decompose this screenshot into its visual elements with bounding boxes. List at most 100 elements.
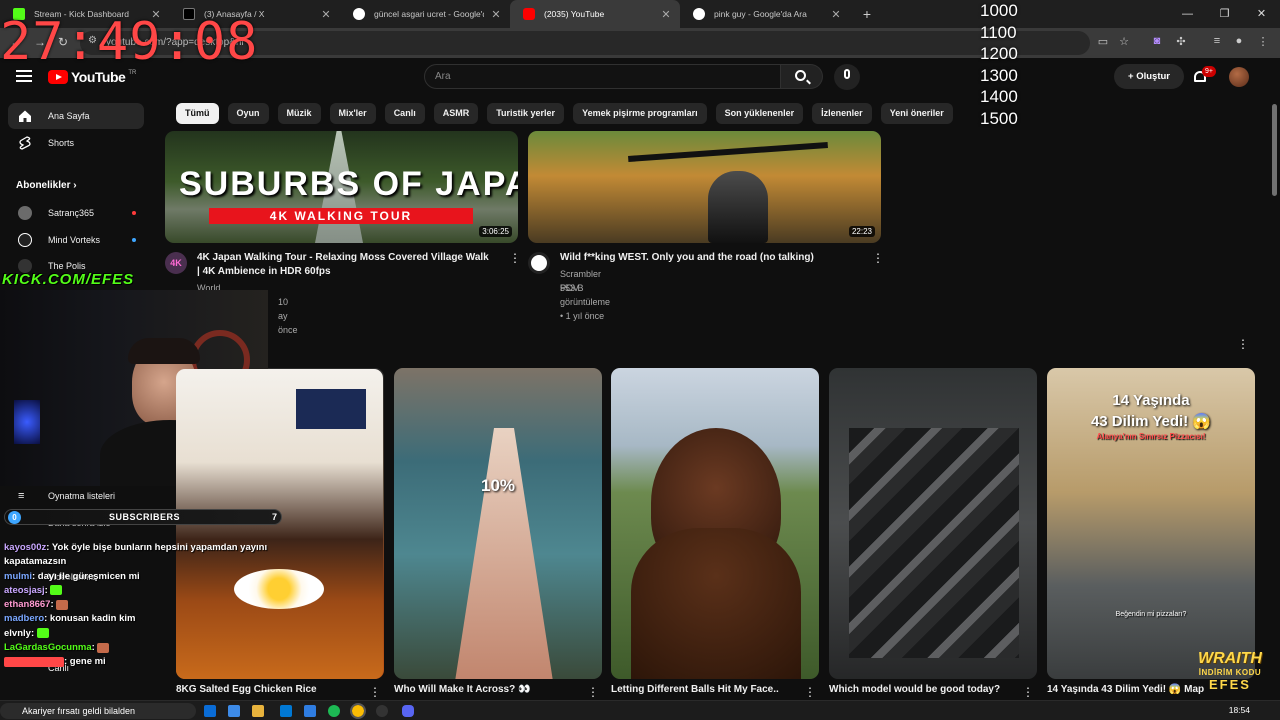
more-options-icon[interactable]: ⋮ (1022, 685, 1034, 699)
chip-asmr[interactable]: ASMR (433, 103, 479, 124)
tab-close-icon[interactable]: ✕ (490, 8, 502, 21)
short-thumbnail[interactable]: 14 Yaşında 43 Dilim Yedi! 😱 Alanya'nın S… (1047, 368, 1255, 679)
browser-menu-icon[interactable]: ⋮ (1254, 35, 1272, 48)
account-avatar[interactable] (1229, 67, 1249, 87)
window-controls: — ❐ ✕ (1169, 0, 1280, 28)
tab-close-icon[interactable]: ✕ (830, 8, 842, 21)
windows-start-icon[interactable] (204, 705, 216, 717)
chip-mixes[interactable]: Mix'ler (329, 103, 376, 124)
chat-user: madbero (4, 613, 45, 625)
store-icon[interactable] (280, 705, 292, 717)
chat-message: elvnly: (4, 627, 274, 641)
chip-tourist[interactable]: Turistik yerler (487, 103, 565, 124)
mail-icon[interactable] (304, 705, 316, 717)
kick-channel-tag: KICK.COM/EFES (2, 271, 135, 288)
sponsor-code-label: İNDİRİM KODU (1198, 668, 1262, 677)
chat-user: ethan8667 (4, 599, 51, 611)
chat-text: : (50, 599, 54, 611)
video-title-line: | 4K Ambience in HDR 60fps (197, 266, 331, 277)
shorts-more-options-icon[interactable]: ⋮ (1237, 337, 1249, 351)
short-title[interactable]: Letting Different Balls Hit My Face.. (611, 684, 779, 695)
chat-text: : konusan kadin kim (44, 613, 136, 625)
sponsor-overlay: WRAITH İNDİRİM KODU EFES (1188, 650, 1272, 692)
goal-list: 1000 1100 1200 1300 1400 1500 (980, 0, 1030, 129)
chat-message: mulmi: dayı ile güreşmicen mi (4, 570, 274, 584)
obs-icon[interactable] (376, 705, 388, 717)
chat-message: kapatamazsın (4, 555, 274, 569)
more-options-icon[interactable]: ⋮ (587, 685, 599, 699)
emote-icon (97, 642, 110, 653)
chip-watched[interactable]: İzlenenler (812, 103, 872, 124)
tab-google-search[interactable]: güncel asgari ucret - Google'da Ara ✕ (340, 0, 510, 28)
maximize-button[interactable]: ❐ (1206, 0, 1243, 28)
short-thumbnail[interactable] (829, 368, 1037, 679)
more-options-icon[interactable]: ⋮ (369, 685, 381, 699)
taskbar-search[interactable]: Akariyer fırsatı geldi bilalden (0, 703, 196, 719)
tab-youtube[interactable]: (2035) YouTube ✕ (510, 0, 680, 28)
new-tab-button[interactable]: + (856, 6, 878, 22)
short-thumbnail[interactable] (611, 368, 819, 679)
goal-value: 1200 (980, 44, 1018, 63)
sidebar-item-subscription[interactable]: Mind Vorteks (8, 227, 144, 253)
goal-value: 1100 (980, 22, 1017, 42)
chip-cooking[interactable]: Yemek pişirme programları (573, 103, 707, 124)
scrollbar-thumb[interactable] (1272, 104, 1277, 196)
video-title[interactable]: 4K Japan Walking Tour - Relaxing Moss Co… (197, 251, 502, 279)
chip-new[interactable]: Yeni öneriler (880, 103, 953, 124)
spotify-icon[interactable] (328, 705, 340, 717)
chip-recent[interactable]: Son yüklenenler (715, 103, 804, 124)
tab-close-icon[interactable]: ✕ (320, 8, 332, 21)
search-button[interactable] (781, 64, 823, 89)
file-explorer-icon[interactable] (252, 705, 264, 717)
reading-list-icon[interactable]: ≡ (1208, 35, 1226, 47)
short-thumbnail[interactable]: 10% (394, 368, 602, 679)
tab-google-pink-guy[interactable]: pink guy - Google'da Ara ✕ (680, 0, 850, 28)
create-button[interactable]: + Oluştur (1114, 64, 1184, 89)
edge-icon[interactable] (228, 705, 240, 717)
channel-avatar[interactable] (528, 252, 550, 274)
sidebar-item-subscription[interactable]: Satranç365 (8, 200, 144, 226)
video-thumbnail[interactable]: 22:23 (528, 131, 881, 243)
chip-music[interactable]: Müzik (277, 103, 321, 124)
sidebar-item-playlists[interactable]: ≡ Oynatma listeleri (8, 483, 144, 509)
chrome-icon[interactable] (350, 703, 366, 719)
short-title[interactable]: 8KG Salted Egg Chicken Rice (176, 684, 317, 695)
sidebar-item-label: Satranç365 (48, 208, 95, 218)
voice-search-button[interactable] (834, 64, 860, 90)
cast-icon[interactable]: ▭ (1094, 35, 1112, 48)
search-input[interactable]: Ara (424, 64, 781, 89)
more-options-icon[interactable]: ⋮ (509, 251, 521, 265)
subscriptions-header[interactable]: Abonelikler › (16, 180, 77, 191)
profile-icon[interactable]: ● (1230, 35, 1248, 47)
sidebar-item-shorts[interactable]: Shorts (8, 130, 144, 156)
extensions-puzzle-icon[interactable]: ✣ (1172, 35, 1190, 48)
short-title[interactable]: 14 Yaşında 43 Dilim Yedi! 😱 Map (1047, 684, 1204, 695)
minimize-button[interactable]: — (1169, 0, 1206, 28)
video-title[interactable]: Wild f**king WEST. Only you and the road… (560, 251, 814, 265)
channel-avatar[interactable]: 4K (165, 252, 187, 274)
short-title[interactable]: Who Will Make It Across? 👀 (394, 684, 530, 695)
thumbnail-title: SUBURBS OF JAPAN (179, 165, 518, 203)
more-options-icon[interactable]: ⋮ (872, 251, 884, 265)
video-thumbnail[interactable]: SUBURBS OF JAPAN 4K WALKING TOUR 3:06:25 (165, 131, 518, 243)
subscriptions-title: Abonelikler (16, 180, 71, 191)
chip-all[interactable]: Tümü (176, 103, 219, 124)
chip-live[interactable]: Canlı (384, 103, 425, 124)
chat-text: kapatamazsın (4, 556, 67, 568)
emote-icon (4, 656, 64, 667)
sidebar-item-home[interactable]: Ana Sayfa (8, 103, 144, 129)
discord-icon[interactable] (402, 705, 414, 717)
blue-light-shape (14, 400, 40, 444)
page-scrollbar[interactable] (1270, 96, 1278, 720)
stream-timer: 27:49:08 (0, 12, 259, 72)
short-title[interactable]: Which model would be good today? (829, 684, 1000, 695)
google-favicon-icon (693, 8, 705, 20)
extension-twitch-icon[interactable]: ◙ (1148, 35, 1166, 47)
bookmark-star-icon[interactable]: ☆ (1115, 35, 1133, 48)
more-options-icon[interactable]: ⋮ (804, 685, 816, 699)
close-window-button[interactable]: ✕ (1243, 0, 1280, 28)
tab-close-icon[interactable]: ✕ (660, 8, 672, 21)
chip-gaming[interactable]: Oyun (227, 103, 269, 124)
tv-screen-shape (296, 389, 366, 429)
track-shape (454, 428, 554, 679)
